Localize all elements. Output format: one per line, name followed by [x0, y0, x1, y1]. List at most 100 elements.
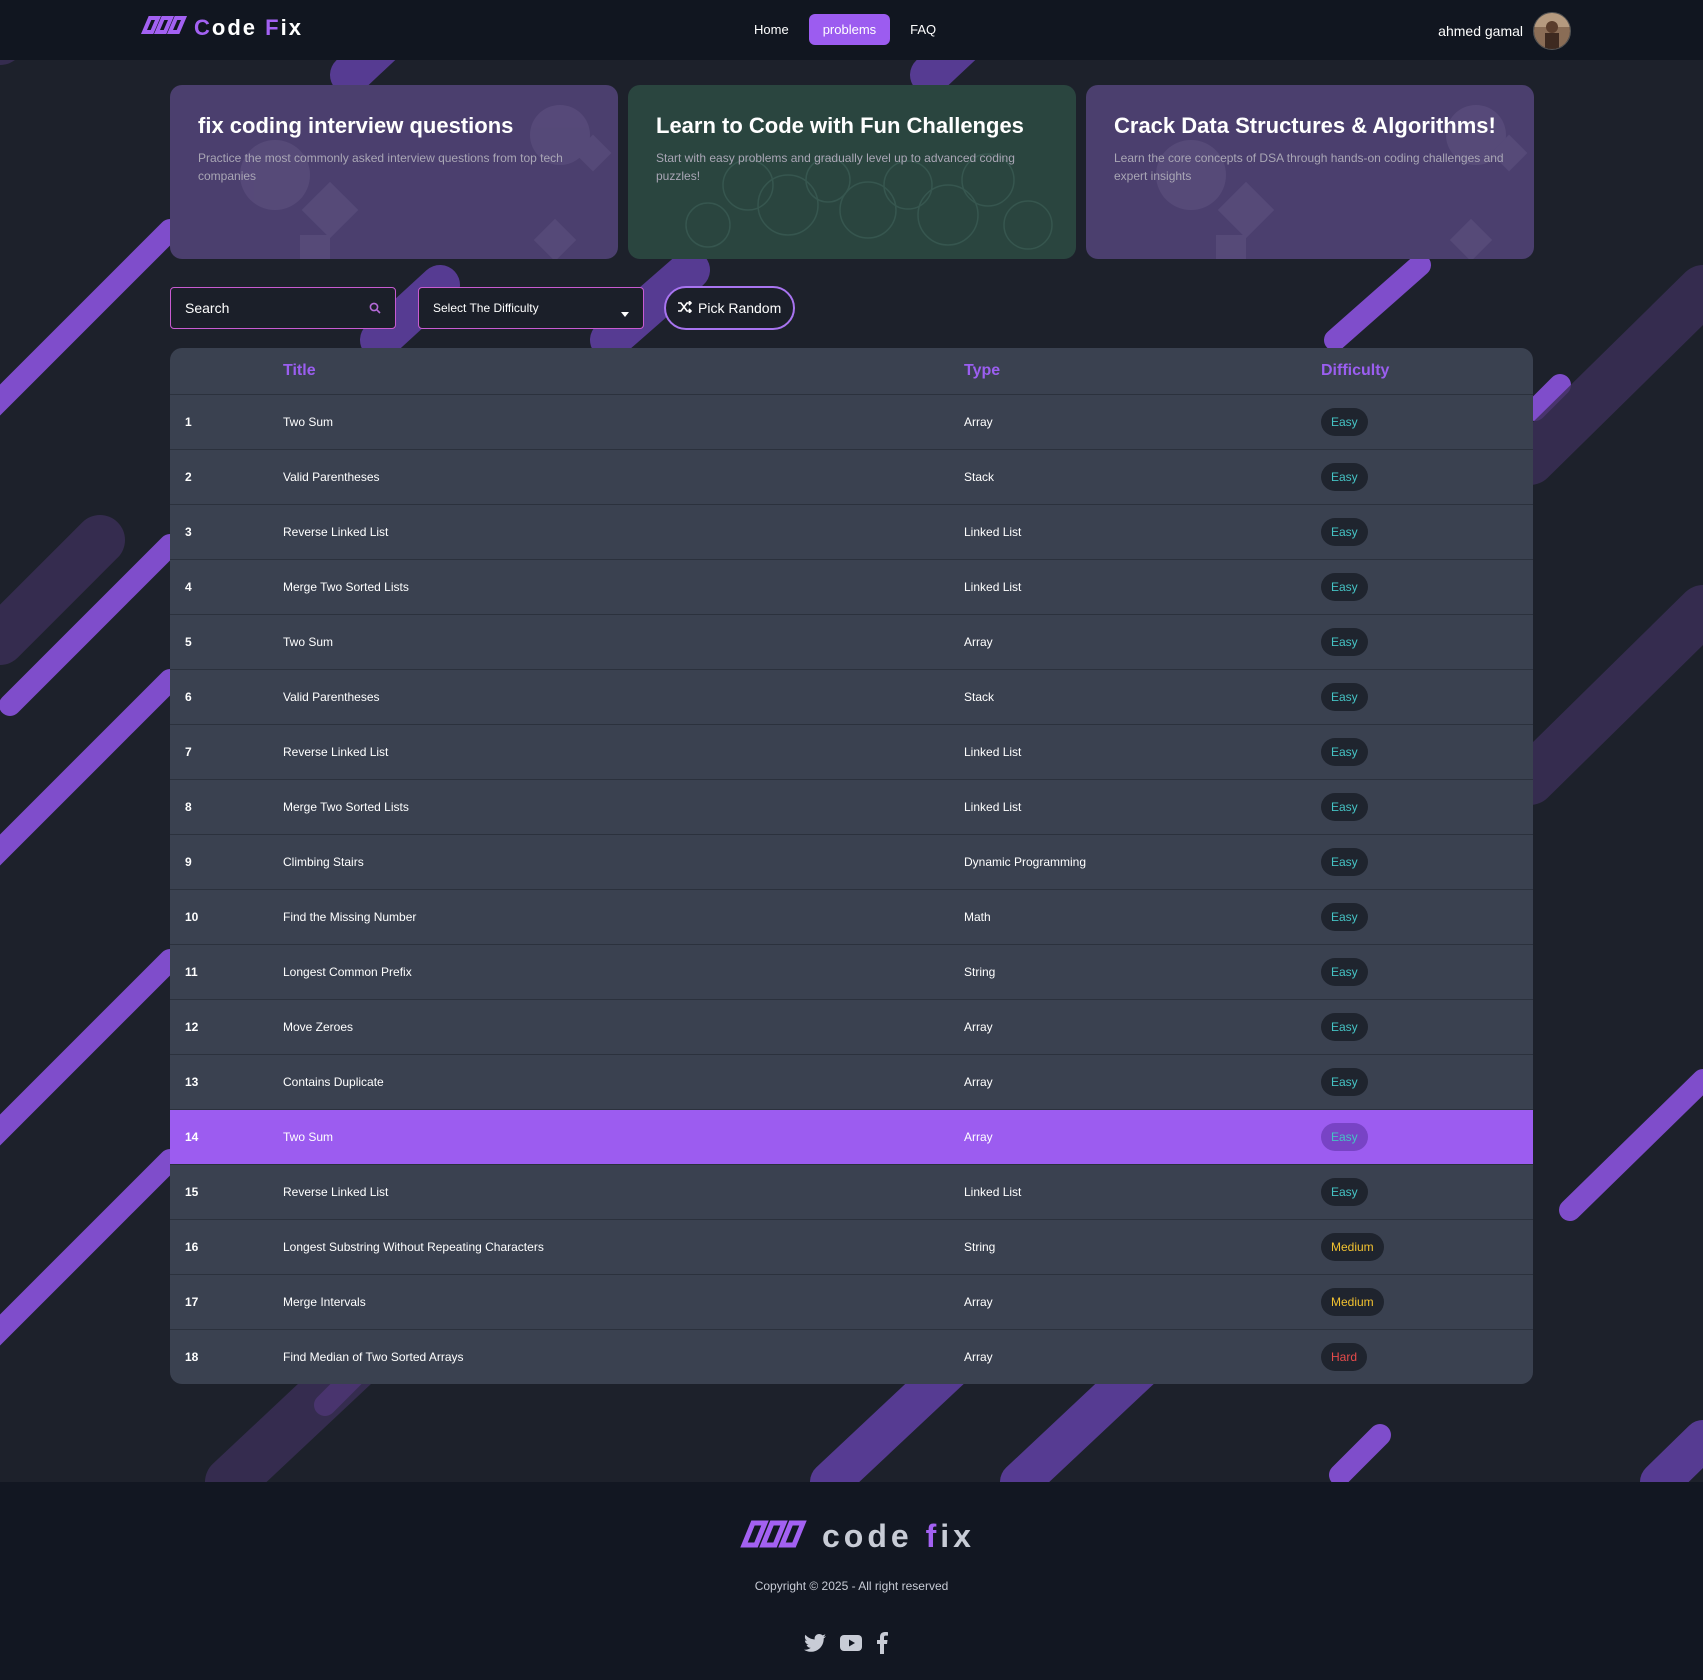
feature-cards: fix coding interview questions Practice … [170, 85, 1544, 259]
table-row[interactable]: 17 Merge Intervals Array Medium [170, 1275, 1533, 1330]
infinity-logo-icon [138, 14, 188, 41]
search-icon[interactable] [369, 301, 381, 319]
problem-type: Array [964, 635, 993, 649]
problem-number: 15 [185, 1185, 199, 1199]
difficulty-select[interactable]: Select The Difficulty [418, 287, 644, 329]
problem-title[interactable]: Two Sum [283, 635, 964, 649]
table-header: Title Type Difficulty [170, 348, 1533, 395]
shuffle-icon [678, 300, 693, 316]
problem-number: 2 [185, 470, 192, 484]
table-row[interactable]: 2 Valid Parentheses Stack Easy [170, 450, 1533, 505]
problem-title[interactable]: Reverse Linked List [283, 745, 964, 759]
problem-title[interactable]: Valid Parentheses [283, 470, 964, 484]
problem-title[interactable]: Merge Two Sorted Lists [283, 580, 964, 594]
footer-brand[interactable]: code fix [736, 1518, 975, 1555]
table-row[interactable]: 14 Two Sum Array Easy [170, 1110, 1533, 1165]
difficulty-cell: Easy [1321, 1068, 1533, 1096]
table-row[interactable]: 5 Two Sum Array Easy [170, 615, 1533, 670]
table-row[interactable]: 6 Valid Parentheses Stack Easy [170, 670, 1533, 725]
difficulty-cell: Easy [1321, 683, 1533, 711]
table-row[interactable]: 3 Reverse Linked List Linked List Easy [170, 505, 1533, 560]
table-row[interactable]: 7 Reverse Linked List Linked List Easy [170, 725, 1533, 780]
problem-title[interactable]: Merge Two Sorted Lists [283, 800, 964, 814]
difficulty-badge: Easy [1321, 463, 1368, 491]
difficulty-badge: Easy [1321, 573, 1368, 601]
table-row[interactable]: 1 Two Sum Array Easy [170, 395, 1533, 450]
difficulty-cell: Easy [1321, 1178, 1533, 1206]
problem-number: 11 [185, 965, 198, 979]
problem-number: 5 [185, 635, 192, 649]
problem-type: String [964, 965, 996, 979]
avatar[interactable] [1533, 12, 1571, 50]
problem-number: 18 [185, 1350, 199, 1364]
problem-type: Dynamic Programming [964, 855, 1087, 869]
problem-title[interactable]: Longest Common Prefix [283, 965, 964, 979]
card-title: Learn to Code with Fun Challenges [656, 113, 1024, 138]
difficulty-badge: Easy [1321, 1013, 1368, 1041]
problem-number: 13 [185, 1075, 199, 1089]
problem-number: 14 [185, 1130, 199, 1144]
header-difficulty[interactable]: Difficulty [1321, 362, 1533, 380]
problem-type: Array [964, 1350, 993, 1364]
problem-type: Linked List [964, 745, 1022, 759]
card-fun-challenges[interactable]: Learn to Code with Fun Challenges Start … [628, 85, 1076, 259]
problem-title[interactable]: Two Sum [283, 415, 964, 429]
table-row[interactable]: 15 Reverse Linked List Linked List Easy [170, 1165, 1533, 1220]
difficulty-cell: Easy [1321, 518, 1533, 546]
problem-title[interactable]: Move Zeroes [283, 1020, 964, 1034]
search-input[interactable] [171, 288, 389, 328]
table-row[interactable]: 13 Contains Duplicate Array Easy [170, 1055, 1533, 1110]
brand-logo[interactable]: Code Fix [138, 14, 303, 41]
header-type[interactable]: Type [964, 362, 1321, 380]
problem-title[interactable]: Reverse Linked List [283, 525, 964, 539]
difficulty-badge: Easy [1321, 1123, 1368, 1151]
navbar: Code Fix Home problems FAQ ahmed gamal [0, 0, 1703, 60]
table-row[interactable]: 4 Merge Two Sorted Lists Linked List Easy [170, 560, 1533, 615]
difficulty-cell: Easy [1321, 1123, 1533, 1151]
table-row[interactable]: 8 Merge Two Sorted Lists Linked List Easy [170, 780, 1533, 835]
table-row[interactable]: 9 Climbing Stairs Dynamic Programming Easy [170, 835, 1533, 890]
problem-title[interactable]: Longest Substring Without Repeating Char… [283, 1240, 964, 1254]
pick-random-button[interactable]: Pick Random [664, 286, 796, 330]
problem-title[interactable]: Reverse Linked List [283, 1185, 964, 1199]
twitter-icon[interactable] [804, 1634, 826, 1657]
problem-number: 3 [185, 525, 192, 539]
nav-links: Home problems FAQ [740, 14, 956, 45]
card-dsa[interactable]: Crack Data Structures & Algorithms! Lear… [1086, 85, 1534, 259]
problem-title[interactable]: Find Median of Two Sorted Arrays [283, 1350, 964, 1364]
difficulty-cell: Easy [1321, 848, 1533, 876]
table-row[interactable]: 18 Find Median of Two Sorted Arrays Array H… [170, 1330, 1533, 1384]
difficulty-badge: Easy [1321, 683, 1368, 711]
card-description: Practice the most commonly asked intervi… [198, 151, 563, 183]
difficulty-badge: Easy [1321, 408, 1368, 436]
filter-controls: Select The Difficulty Pick Random [170, 286, 796, 330]
user-menu[interactable]: ahmed gamal [1438, 12, 1571, 50]
difficulty-badge: Easy [1321, 1178, 1368, 1206]
problem-title[interactable]: Climbing Stairs [283, 855, 964, 869]
problem-title[interactable]: Merge Intervals [283, 1295, 964, 1309]
difficulty-badge: Easy [1321, 793, 1368, 821]
copyright: Copyright © 2025 - All right reserved [754, 1579, 949, 1593]
problem-title[interactable]: Two Sum [283, 1130, 964, 1144]
problem-title[interactable]: Contains Duplicate [283, 1075, 964, 1089]
footer-brand-name: code fix [822, 1518, 975, 1554]
problem-type: Linked List [964, 525, 1022, 539]
table-row[interactable]: 11 Longest Common Prefix String Easy [170, 945, 1533, 1000]
nav-faq[interactable]: FAQ [896, 14, 950, 45]
caret-down-icon [621, 306, 629, 320]
difficulty-badge: Easy [1321, 848, 1368, 876]
problem-title[interactable]: Find the Missing Number [283, 910, 964, 924]
facebook-icon[interactable] [876, 1632, 888, 1659]
youtube-icon[interactable] [840, 1635, 862, 1656]
card-title: Crack Data Structures & Algorithms! [1114, 113, 1496, 138]
problem-number: 6 [185, 690, 192, 704]
nav-home[interactable]: Home [740, 14, 803, 45]
problem-title[interactable]: Valid Parentheses [283, 690, 964, 704]
nav-problems[interactable]: problems [808, 14, 891, 45]
header-title[interactable]: Title [283, 362, 964, 380]
card-interview-questions[interactable]: fix coding interview questions Practice … [170, 85, 618, 259]
table-row[interactable]: 12 Move Zeroes Array Easy [170, 1000, 1533, 1055]
table-row[interactable]: 10 Find the Missing Number Math Easy [170, 890, 1533, 945]
problem-type: Stack [964, 470, 995, 484]
table-row[interactable]: 16 Longest Substring Without Repeating Ch… [170, 1220, 1533, 1275]
